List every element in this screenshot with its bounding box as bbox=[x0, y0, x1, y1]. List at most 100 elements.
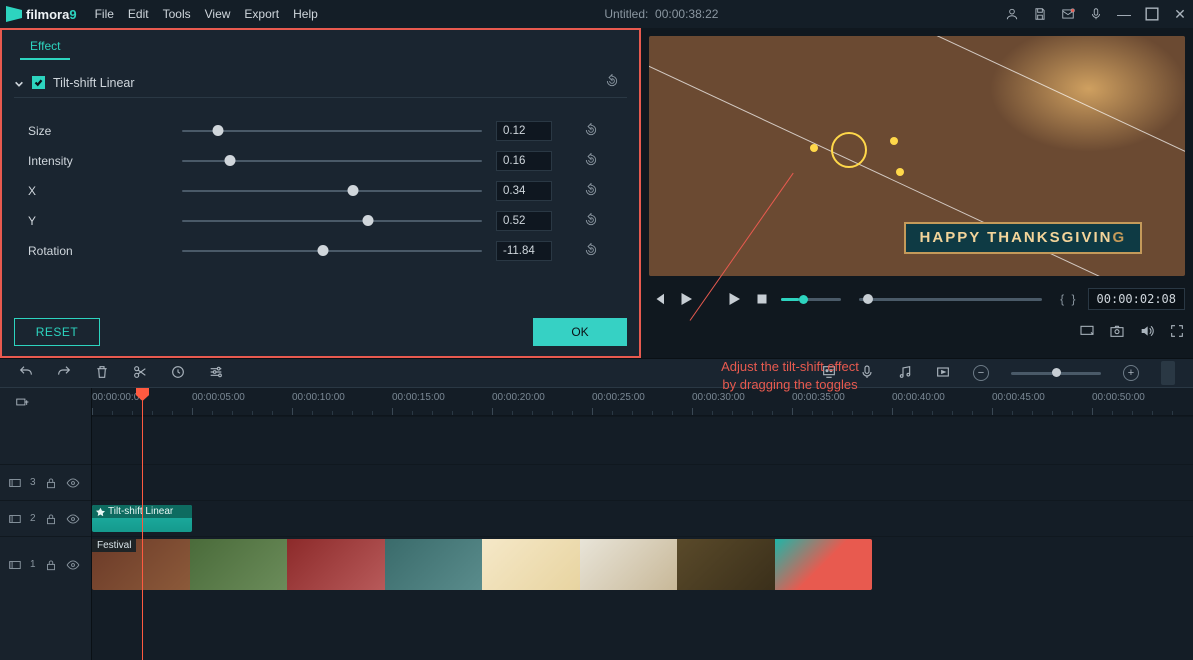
slider-reset-icon[interactable] bbox=[584, 123, 598, 140]
add-track-button[interactable] bbox=[0, 388, 91, 416]
preview-pane: HAPPY THANKSGIVING { } 00:00:02:08 bbox=[641, 28, 1193, 358]
tilt-center-ring[interactable] bbox=[831, 132, 867, 168]
mic-icon[interactable] bbox=[1089, 7, 1103, 21]
slider-track[interactable] bbox=[182, 154, 482, 168]
lock-icon[interactable] bbox=[44, 558, 58, 572]
menu-tools[interactable]: Tools bbox=[163, 7, 191, 21]
slider-reset-icon[interactable] bbox=[584, 183, 598, 200]
record-voice-icon[interactable] bbox=[859, 364, 875, 383]
snapshot-icon[interactable] bbox=[1109, 323, 1125, 339]
ruler-label: 00:00:30:00 bbox=[692, 392, 745, 403]
lock-icon[interactable] bbox=[44, 512, 58, 526]
prev-frame-button[interactable] bbox=[649, 290, 667, 308]
eye-icon[interactable] bbox=[66, 558, 80, 572]
slider-reset-icon[interactable] bbox=[584, 153, 598, 170]
play-button-2[interactable] bbox=[725, 290, 743, 308]
slider-value[interactable]: -11.84 bbox=[496, 241, 552, 261]
user-icon[interactable] bbox=[1005, 7, 1019, 21]
slider-track[interactable] bbox=[182, 184, 482, 198]
playhead[interactable] bbox=[142, 388, 143, 660]
ruler-label: 00:00:40:00 bbox=[892, 392, 945, 403]
mail-icon[interactable] bbox=[1061, 7, 1075, 21]
effect-title: Tilt-shift Linear bbox=[53, 76, 135, 90]
tilt-handle-dot[interactable] bbox=[890, 137, 898, 145]
delete-button[interactable] bbox=[94, 364, 110, 383]
zoom-slider[interactable] bbox=[1011, 372, 1101, 375]
zoom-out-button[interactable]: − bbox=[973, 365, 989, 381]
window-maximize[interactable] bbox=[1145, 7, 1159, 21]
video-track-icon bbox=[8, 476, 22, 490]
panel-buttons: RESET OK bbox=[2, 318, 639, 356]
slider-label: Intensity bbox=[28, 154, 168, 168]
slider-reset-icon[interactable] bbox=[584, 243, 598, 260]
effect-panel: Effect Tilt-shift Linear Size0.12Intensi… bbox=[0, 28, 641, 358]
app-logo: filmora9 bbox=[6, 6, 77, 22]
fullscreen-icon[interactable] bbox=[1169, 323, 1185, 339]
marker-button[interactable] bbox=[170, 364, 186, 383]
music-icon[interactable] bbox=[897, 364, 913, 383]
time-ruler[interactable]: 00:00:00:0000:00:05:0000:00:10:0000:00:1… bbox=[92, 388, 1193, 416]
redo-button[interactable] bbox=[56, 364, 72, 383]
eye-icon[interactable] bbox=[66, 512, 80, 526]
display-icon[interactable] bbox=[1079, 323, 1095, 339]
lock-icon[interactable] bbox=[44, 476, 58, 490]
zoom-in-button[interactable]: + bbox=[1123, 365, 1139, 381]
slider-track[interactable] bbox=[182, 214, 482, 228]
preview-text-banner: HAPPY THANKSGIVING bbox=[904, 222, 1143, 254]
save-icon[interactable] bbox=[1033, 7, 1047, 21]
effect-reset-icon[interactable] bbox=[605, 74, 619, 91]
window-minimize[interactable]: — bbox=[1117, 7, 1131, 21]
preview-image[interactable]: HAPPY THANKSGIVING bbox=[649, 36, 1185, 276]
track-1[interactable]: Festival bbox=[92, 536, 1193, 592]
effect-enabled-checkbox[interactable] bbox=[32, 76, 45, 89]
timeline-toolbar: − + bbox=[0, 358, 1193, 388]
track-2[interactable]: Tilt-shift Linear bbox=[92, 500, 1193, 536]
settings-button[interactable] bbox=[208, 364, 224, 383]
tilt-handle-dot[interactable] bbox=[896, 168, 904, 176]
slider-value[interactable]: 0.16 bbox=[496, 151, 552, 171]
ruler-label: 00:00:50:00 bbox=[1092, 392, 1145, 403]
clip-thumbnails bbox=[92, 539, 872, 590]
track-number: 2 bbox=[30, 513, 36, 524]
play-button[interactable] bbox=[677, 290, 695, 308]
clip-festival[interactable]: Festival bbox=[92, 539, 872, 590]
render-icon[interactable] bbox=[935, 364, 951, 383]
slider-value[interactable]: 0.52 bbox=[496, 211, 552, 231]
tilt-handle-dot[interactable] bbox=[810, 144, 818, 152]
menu-view[interactable]: View bbox=[205, 7, 231, 21]
chevron-down-icon[interactable] bbox=[14, 78, 24, 88]
timeline-body[interactable]: 00:00:00:0000:00:05:0000:00:10:0000:00:1… bbox=[92, 388, 1193, 660]
preview-scrubber[interactable] bbox=[859, 298, 1042, 301]
volume-slider[interactable] bbox=[781, 298, 841, 301]
slider-row-intensity: Intensity 0.16 bbox=[28, 146, 627, 176]
ruler-label: 00:00:10:00 bbox=[292, 392, 345, 403]
menu-edit[interactable]: Edit bbox=[128, 7, 149, 21]
menu-bar: File Edit Tools View Export Help bbox=[95, 7, 318, 21]
slider-value[interactable]: 0.12 bbox=[496, 121, 552, 141]
stop-button[interactable] bbox=[753, 290, 771, 308]
undo-button[interactable] bbox=[18, 364, 34, 383]
slider-reset-icon[interactable] bbox=[584, 213, 598, 230]
window-close[interactable]: ✕ bbox=[1173, 7, 1187, 21]
track-3[interactable] bbox=[92, 464, 1193, 500]
menu-export[interactable]: Export bbox=[244, 7, 279, 21]
reset-button[interactable]: RESET bbox=[14, 318, 100, 346]
effect-tab[interactable]: Effect bbox=[20, 33, 70, 60]
slider-track[interactable] bbox=[182, 244, 482, 258]
slider-value[interactable]: 0.34 bbox=[496, 181, 552, 201]
timeline: 3 2 1 00:00:00:0000:00:05:0000:00:10:000… bbox=[0, 388, 1193, 660]
ok-button[interactable]: OK bbox=[533, 318, 627, 346]
track-headers: 3 2 1 bbox=[0, 388, 92, 660]
menu-file[interactable]: File bbox=[95, 7, 114, 21]
mixer-icon[interactable] bbox=[821, 364, 837, 383]
track-number: 1 bbox=[30, 559, 36, 570]
eye-icon[interactable] bbox=[66, 476, 80, 490]
menu-help[interactable]: Help bbox=[293, 7, 318, 21]
slider-track[interactable] bbox=[182, 124, 482, 138]
tilt-guide-line[interactable] bbox=[649, 36, 1185, 231]
zoom-fit-button[interactable] bbox=[1161, 361, 1175, 385]
ruler-label: 00:00:35:00 bbox=[792, 392, 845, 403]
mark-in-out[interactable]: { } bbox=[1060, 292, 1077, 306]
split-button[interactable] bbox=[132, 364, 148, 383]
volume-icon[interactable] bbox=[1139, 323, 1155, 339]
